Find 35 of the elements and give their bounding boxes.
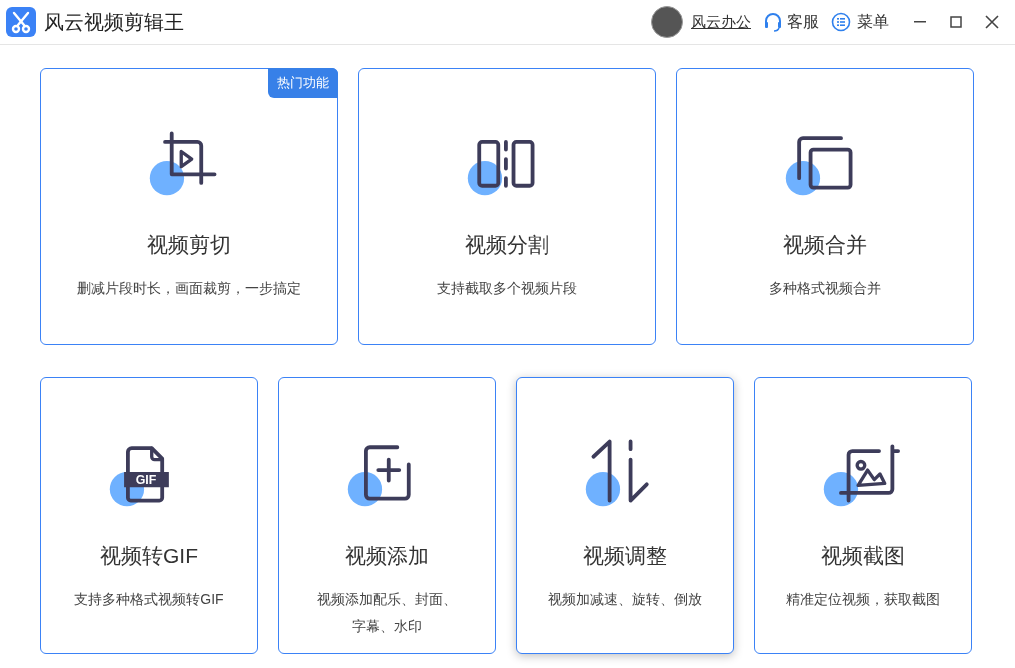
card-title: 视频分割 [465,232,549,258]
card-title: 视频剪切 [147,232,231,258]
close-button[interactable] [983,13,1001,31]
card-description: 支持截取多个视频片段 [436,278,578,298]
card-title: 视频添加 [345,543,429,569]
card-title: 视频截图 [821,543,905,569]
card-description: 视频加减速、旋转、倒放 [547,589,703,609]
maximize-button[interactable] [947,13,965,31]
card-title: 视频合并 [783,232,867,258]
card-title: 视频转GIF [100,543,198,569]
tool-card[interactable]: 视频分割 支持截取多个视频片段 [358,68,656,345]
minimize-icon [914,21,926,23]
user-avatar[interactable] [651,6,683,38]
list-icon [831,12,851,32]
headset-icon [763,12,783,32]
card-description: 删减片段时长，画面裁剪，一步搞定 [76,278,302,298]
app-logo-icon [6,7,36,37]
user-link[interactable]: 风云办公 [691,10,751,34]
service-button[interactable]: 客服 [763,10,819,34]
tool-card[interactable]: GIF 视频转GIF 支持多种格式视频转GIF [40,377,258,654]
hot-badge: 热门功能 [268,68,338,98]
tool-card[interactable]: 视频合并 多种格式视频合并 [676,68,974,345]
card-description: 视频添加配乐、封面、字幕、水印 [316,589,458,636]
tool-card[interactable]: 视频调整 视频加减速、旋转、倒放 [516,377,734,654]
card-description: 支持多种格式视频转GIF [73,589,225,609]
card-description: 多种格式视频合并 [768,278,882,298]
tool-card[interactable]: 视频添加 视频添加配乐、封面、字幕、水印 [278,377,496,654]
close-icon [985,15,999,29]
tool-card[interactable]: 视频截图 精准定位视频，获取截图 [754,377,972,654]
maximize-icon [950,16,962,28]
app-title: 风云视频剪辑王 [44,10,184,35]
tool-card[interactable]: 热门功能 视频剪切 删减片段时长，画面裁剪，一步搞定 [40,68,338,345]
card-description: 精准定位视频，获取截图 [785,589,941,609]
menu-button[interactable]: 菜单 [831,10,889,34]
card-title: 视频调整 [583,543,667,569]
